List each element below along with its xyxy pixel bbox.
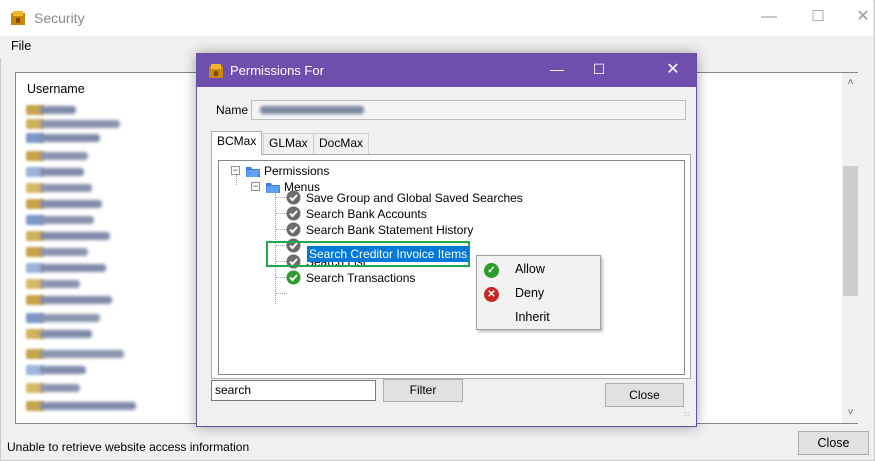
redacted-username[interactable] — [40, 280, 80, 288]
redacted-username[interactable] — [40, 296, 112, 304]
minimize-button[interactable]: — — [746, 0, 792, 36]
context-menu: ✓ Allow ✕ Deny Inherit — [476, 255, 601, 330]
folder-icon — [245, 164, 261, 181]
redacted-username[interactable] — [40, 248, 88, 256]
redacted-username[interactable] — [40, 200, 102, 208]
redacted-username[interactable] — [40, 384, 80, 392]
redacted-username[interactable] — [40, 350, 124, 358]
redacted-username[interactable] — [40, 152, 88, 160]
redacted-username[interactable] — [40, 216, 94, 224]
main-titlebar[interactable] — [0, 0, 873, 36]
dialog-title: Permissions For — [230, 63, 324, 78]
resize-grip-icon[interactable]: ∷ — [684, 410, 689, 419]
folder-icon — [265, 180, 281, 197]
maximize-button[interactable]: ☐ — [795, 0, 841, 36]
tree-item[interactable]: Search Transactions — [306, 271, 415, 285]
checkmark-icon — [286, 190, 301, 205]
redacted-username[interactable] — [40, 366, 86, 374]
redacted-username[interactable] — [40, 120, 120, 128]
redacted-username[interactable] — [40, 134, 100, 142]
collapse-toggle-icon[interactable]: − — [251, 182, 260, 191]
app-icon — [208, 63, 224, 79]
permissions-dialog: Permissions For — ☐ ✕ Name BCMax GLMax D… — [196, 53, 697, 427]
tab-docmax[interactable]: DocMax — [313, 133, 370, 154]
dialog-maximize-button[interactable]: ☐ — [578, 54, 620, 87]
dialog-close-icon[interactable]: ✕ — [652, 54, 694, 87]
tree-item-selected[interactable]: Search Creditor Invoice Items — [307, 246, 470, 262]
redacted-username[interactable] — [40, 106, 76, 114]
filter-button[interactable]: Filter — [383, 379, 463, 402]
username-column-header: Username — [27, 82, 85, 96]
dialog-minimize-button[interactable]: — — [536, 54, 578, 87]
menu-item-label: Allow — [515, 262, 545, 276]
app-icon — [10, 10, 26, 26]
vertical-scrollbar[interactable]: ˄ ˅ — [842, 73, 859, 423]
redacted-username[interactable] — [40, 402, 136, 410]
name-field — [251, 100, 686, 120]
collapse-toggle-icon[interactable]: − — [231, 166, 240, 175]
tree-line — [236, 175, 237, 185]
permissions-tree[interactable]: − Permissions − Menus Save Group and Glo… — [218, 160, 685, 375]
tab-bcmax[interactable]: BCMax — [211, 131, 263, 155]
tree-item[interactable]: Search Bank Accounts — [306, 207, 427, 221]
checkmark-icon — [286, 222, 301, 237]
tab-glmax[interactable]: GLMax — [263, 133, 314, 154]
redacted-username[interactable] — [40, 232, 110, 240]
tree-node-permissions[interactable]: Permissions — [264, 164, 329, 178]
tree-item[interactable]: Search Bank Statement History — [306, 223, 473, 237]
redacted-username[interactable] — [40, 168, 84, 176]
dialog-close-button[interactable]: Close — [605, 383, 684, 407]
menu-item-inherit[interactable]: Inherit — [477, 306, 600, 330]
scroll-thumb[interactable] — [843, 166, 858, 296]
menu-item-allow[interactable]: ✓ Allow — [477, 258, 600, 282]
scroll-up-icon[interactable]: ˄ — [842, 77, 859, 88]
name-label: Name — [216, 103, 249, 117]
menu-item-deny[interactable]: ✕ Deny — [477, 282, 600, 306]
allow-check-icon: ✓ — [484, 263, 499, 278]
deny-x-icon: ✕ — [484, 287, 499, 302]
tree-line — [275, 293, 287, 294]
redacted-username[interactable] — [40, 330, 92, 338]
status-text: Unable to retrieve website access inform… — [7, 440, 250, 454]
redacted-name-value — [260, 106, 364, 114]
checkmark-icon — [286, 206, 301, 221]
redacted-username[interactable] — [40, 314, 100, 322]
redacted-username[interactable] — [40, 264, 106, 272]
main-window-title: Security — [34, 10, 85, 26]
close-window-button[interactable]: ✕ — [840, 0, 875, 36]
scroll-down-icon[interactable]: ˅ — [842, 407, 859, 418]
search-input[interactable]: search — [211, 380, 376, 401]
redacted-username[interactable] — [40, 184, 92, 192]
menu-item-label: Deny — [515, 286, 545, 300]
menu-file[interactable]: File — [8, 38, 34, 54]
menu-item-label: Inherit — [515, 310, 550, 324]
tree-item[interactable]: Save Group and Global Saved Searches — [306, 191, 523, 205]
allowed-check-icon — [286, 270, 301, 285]
close-button[interactable]: Close — [798, 431, 869, 455]
